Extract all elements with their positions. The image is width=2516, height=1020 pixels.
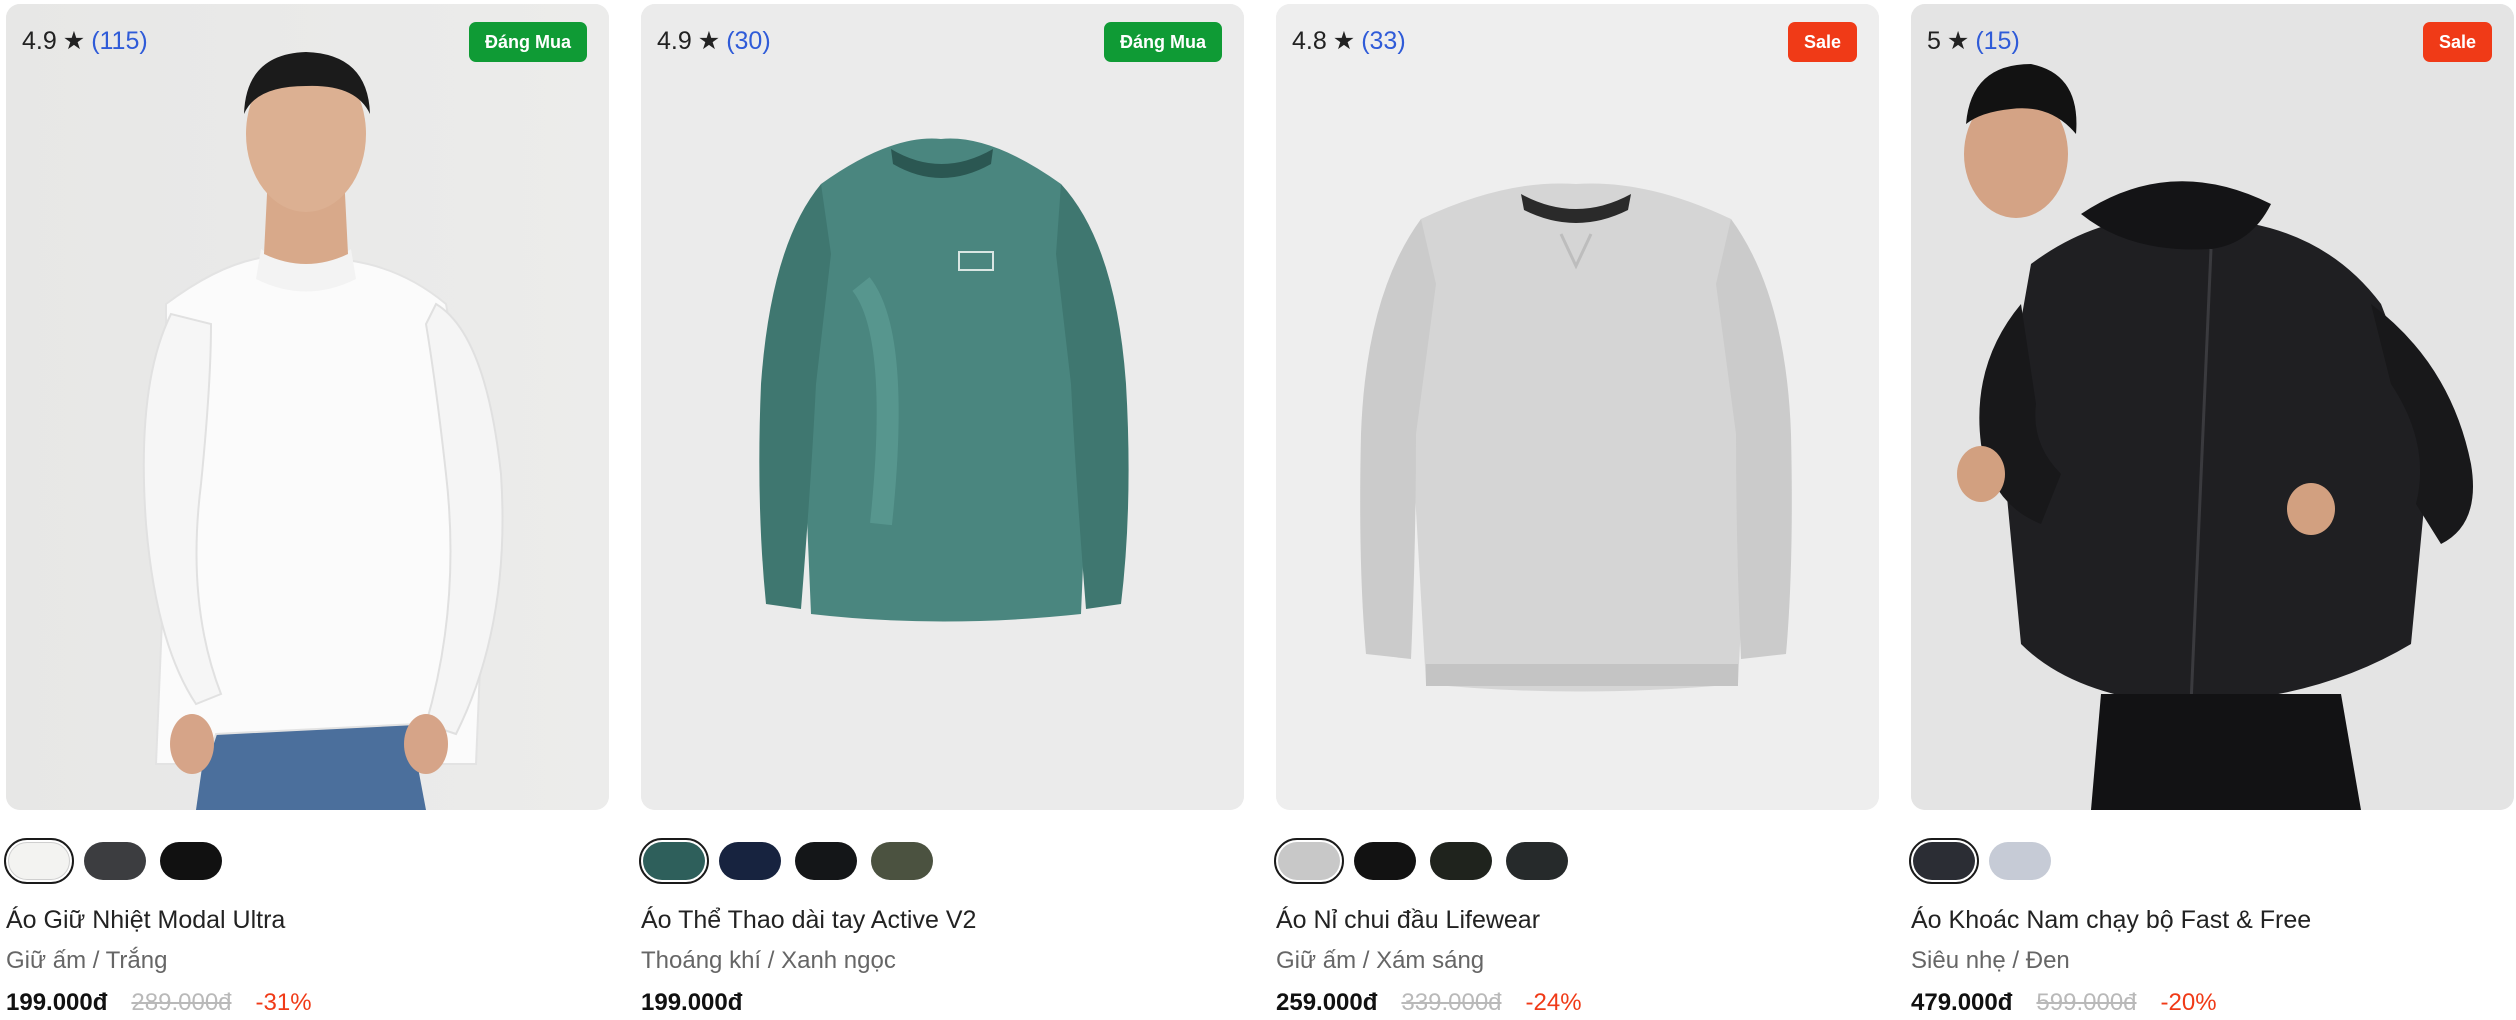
old-price: 339.000đ bbox=[1401, 989, 1502, 1016]
rating-value: 4.9 bbox=[657, 26, 692, 55]
product-image-container[interactable]: 4.9 ★ (30) Đáng Mua bbox=[641, 4, 1244, 810]
rating: 4.8 ★ (33) bbox=[1292, 26, 1406, 56]
badge-sale: Sale bbox=[1787, 22, 1857, 62]
color-swatch-black[interactable] bbox=[795, 842, 857, 880]
color-swatch-light-grey[interactable] bbox=[1274, 838, 1344, 884]
review-count: (30) bbox=[726, 26, 771, 55]
color-swatch-navy[interactable] bbox=[719, 842, 781, 880]
product-image bbox=[641, 4, 1244, 810]
color-swatches bbox=[639, 838, 1244, 884]
price: 259.000đ bbox=[1276, 989, 1378, 1016]
color-swatches bbox=[4, 838, 609, 884]
discount: -20% bbox=[2160, 989, 2217, 1016]
product-name[interactable]: Áo Thể Thao dài tay Active V2 bbox=[641, 906, 1244, 935]
discount: -24% bbox=[1525, 989, 1582, 1016]
product-card[interactable]: 4.9 ★ (115) Đáng Mua Áo Giữ Nhiệt Modal … bbox=[4, 4, 609, 1017]
color-swatch-black[interactable] bbox=[160, 842, 222, 880]
product-subtitle: Siêu nhẹ / Đen bbox=[1911, 947, 2070, 974]
color-swatch-teal[interactable] bbox=[639, 838, 709, 884]
product-image bbox=[1276, 4, 1879, 810]
badge-dang-mua: Đáng Mua bbox=[1103, 22, 1222, 62]
product-image-container[interactable]: 4.9 ★ (115) Đáng Mua bbox=[6, 4, 609, 810]
product-subtitle: Giữ ấm / Trắng bbox=[6, 947, 168, 974]
price-row: 199.000đ bbox=[641, 989, 1244, 1017]
review-count: (15) bbox=[1975, 26, 2020, 55]
badge-dang-mua: Đáng Mua bbox=[468, 22, 587, 62]
color-swatch-white[interactable] bbox=[4, 838, 74, 884]
star-icon: ★ bbox=[1946, 27, 1970, 55]
product-subtitle: Giữ ấm / Xám sáng bbox=[1276, 947, 1485, 974]
product-image-container[interactable]: 5 ★ (15) Sale bbox=[1911, 4, 2514, 810]
product-card[interactable]: 4.9 ★ (30) Đáng Mua Áo Thể Thao dài tay … bbox=[639, 4, 1244, 1017]
product-card[interactable]: 4.8 ★ (33) Sale Áo Nỉ chui đầu Lifewear … bbox=[1274, 4, 1879, 1017]
color-swatch-dark-olive[interactable] bbox=[1430, 842, 1492, 880]
color-swatch-dark-grey[interactable] bbox=[84, 842, 146, 880]
color-swatch-light-blue-grey[interactable] bbox=[1989, 842, 2051, 880]
rating-value: 4.8 bbox=[1292, 26, 1327, 55]
rating-value: 4.9 bbox=[22, 26, 57, 55]
product-grid: 4.9 ★ (115) Đáng Mua Áo Giữ Nhiệt Modal … bbox=[0, 0, 2516, 1020]
rating-value: 5 bbox=[1927, 26, 1941, 55]
old-price: 289.000đ bbox=[131, 989, 232, 1016]
color-swatch-black[interactable] bbox=[1354, 842, 1416, 880]
product-name[interactable]: Áo Khoác Nam chạy bộ Fast & Free bbox=[1911, 906, 2514, 935]
star-icon: ★ bbox=[1332, 27, 1356, 55]
price: 199.000đ bbox=[6, 989, 108, 1016]
product-name[interactable]: Áo Nỉ chui đầu Lifewear bbox=[1276, 906, 1879, 935]
price: 199.000đ bbox=[641, 989, 743, 1016]
price-row: 479.000đ 599.000đ -20% bbox=[1911, 989, 2514, 1017]
price-row: 259.000đ 339.000đ -24% bbox=[1276, 989, 1879, 1017]
star-icon: ★ bbox=[697, 27, 721, 55]
review-count: (115) bbox=[91, 26, 148, 55]
price-row: 199.000đ 289.000đ -31% bbox=[6, 989, 609, 1017]
product-name[interactable]: Áo Giữ Nhiệt Modal Ultra bbox=[6, 906, 609, 935]
rating: 4.9 ★ (115) bbox=[22, 26, 148, 56]
product-image bbox=[6, 4, 609, 810]
product-image bbox=[1911, 4, 2514, 810]
color-swatch-black[interactable] bbox=[1909, 838, 1979, 884]
product-image-container[interactable]: 4.8 ★ (33) Sale bbox=[1276, 4, 1879, 810]
badge-sale: Sale bbox=[2422, 22, 2492, 62]
star-icon: ★ bbox=[62, 27, 86, 55]
color-swatch-charcoal[interactable] bbox=[1506, 842, 1568, 880]
color-swatch-olive[interactable] bbox=[871, 842, 933, 880]
old-price: 599.000đ bbox=[2036, 989, 2137, 1016]
product-subtitle: Thoáng khí / Xanh ngọc bbox=[641, 947, 896, 974]
rating: 4.9 ★ (30) bbox=[657, 26, 771, 56]
discount: -31% bbox=[255, 989, 312, 1016]
review-count: (33) bbox=[1361, 26, 1406, 55]
color-swatches bbox=[1909, 838, 2514, 884]
price: 479.000đ bbox=[1911, 989, 2013, 1016]
product-card[interactable]: 5 ★ (15) Sale Áo Khoác Nam chạy bộ Fast … bbox=[1909, 4, 2514, 1017]
rating: 5 ★ (15) bbox=[1927, 26, 2020, 56]
color-swatches bbox=[1274, 838, 1879, 884]
